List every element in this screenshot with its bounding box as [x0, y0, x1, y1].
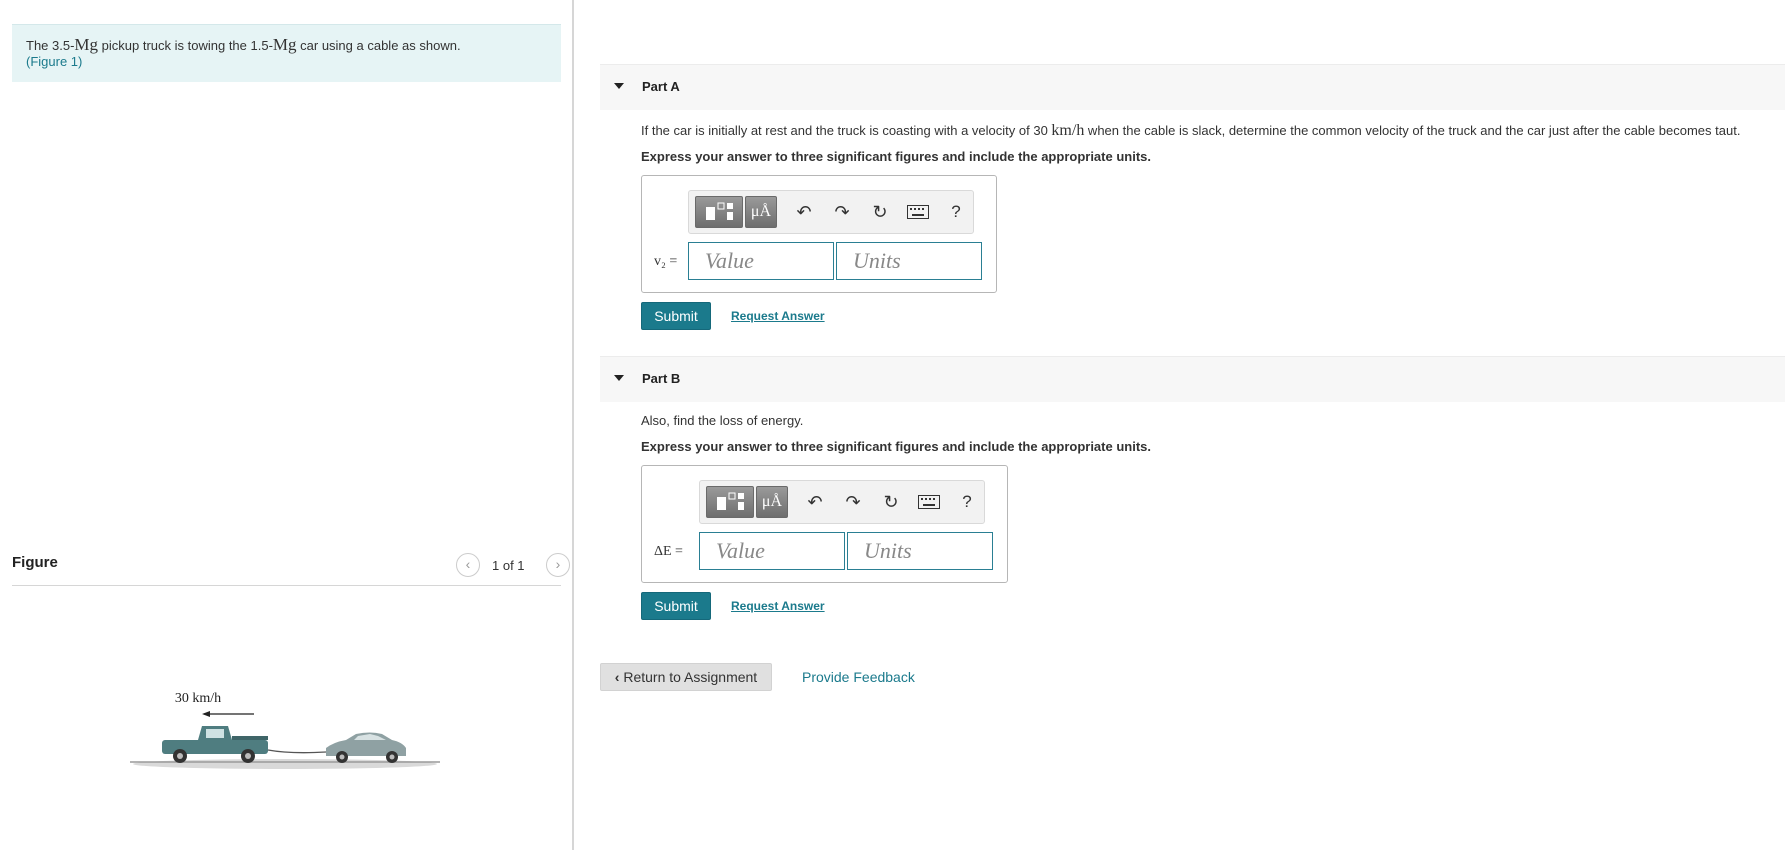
chevron-left-icon: ‹ — [465, 556, 471, 572]
redo-icon[interactable]: ↷ — [840, 489, 866, 515]
provide-feedback-link[interactable]: Provide Feedback — [802, 669, 915, 685]
part-b-units-input[interactable] — [847, 532, 993, 570]
part-b-title: Part B — [642, 371, 681, 386]
units-button[interactable]: μÅ — [745, 196, 777, 228]
templates-button[interactable] — [706, 486, 754, 518]
redo-icon[interactable]: ↷ — [829, 199, 855, 225]
truck-towing-car-illustration: 30 km/h — [130, 691, 440, 769]
part-a-units-input[interactable] — [836, 242, 982, 280]
part-b-math-toolbar: μÅ ↶ ↷ ↻ ? — [699, 480, 985, 524]
part-a-answer-box: μÅ ↶ ↷ ↻ ? v₂ = — [641, 175, 997, 293]
figure-next-button[interactable]: › — [546, 553, 570, 577]
part-b-instruction: Express your answer to three significant… — [641, 439, 1151, 454]
undo-icon[interactable]: ↶ — [802, 489, 828, 515]
pickup-truck — [162, 726, 268, 763]
figure-pager-text: 1 of 1 — [492, 558, 525, 573]
templates-button[interactable] — [695, 196, 743, 228]
keyboard-icon[interactable] — [905, 199, 931, 225]
problem-text: The 3.5-Mg pickup truck is towing the 1.… — [26, 35, 461, 54]
part-b-value-input[interactable] — [699, 532, 845, 570]
chevron-right-icon: › — [555, 556, 561, 572]
part-b-question: Also, find the loss of energy. — [641, 413, 804, 428]
help-icon[interactable]: ? — [954, 489, 980, 515]
figure-header: Figure ‹ 1 of 1 › — [12, 550, 570, 586]
return-to-assignment-button[interactable]: ‹ Return to Assignment — [600, 663, 772, 691]
part-a-value-input[interactable] — [688, 242, 834, 280]
part-b-request-answer-link[interactable]: Request Answer — [731, 599, 825, 613]
units-button[interactable]: μÅ — [756, 486, 788, 518]
reset-icon[interactable]: ↻ — [867, 199, 893, 225]
part-a-title: Part A — [642, 79, 680, 94]
caret-down-icon — [614, 83, 624, 89]
tow-cable — [267, 749, 327, 754]
figure-image: 30 km/h — [120, 684, 450, 784]
caret-down-icon — [614, 375, 624, 381]
figure-title: Figure — [12, 554, 58, 571]
part-a-request-answer-link[interactable]: Request Answer — [731, 309, 825, 323]
velocity-label: 30 km/h — [175, 691, 221, 706]
templates-icon — [717, 492, 744, 510]
units-icon: μÅ — [750, 203, 772, 220]
towed-car — [326, 732, 406, 763]
part-a-math-toolbar: μÅ ↶ ↷ ↻ ? — [688, 190, 974, 234]
part-b-variable-label: ΔE = — [654, 544, 683, 559]
undo-icon[interactable]: ↶ — [791, 199, 817, 225]
part-a-submit-button[interactable]: Submit — [641, 302, 711, 330]
right-pane: Part A If the car is initially at rest a… — [576, 0, 1785, 850]
help-icon[interactable]: ? — [943, 199, 969, 225]
part-b-submit-button[interactable]: Submit — [641, 592, 711, 620]
templates-icon — [706, 202, 733, 220]
units-icon: μÅ — [761, 493, 783, 510]
part-a-header[interactable]: Part A — [600, 64, 1785, 110]
keyboard-icon[interactable] — [916, 489, 942, 515]
part-b-answer-box: μÅ ↶ ↷ ↻ ? ΔE = — [641, 465, 1008, 583]
problem-statement: The 3.5-Mg pickup truck is towing the 1.… — [12, 24, 561, 82]
figure-link[interactable]: (Figure 1) — [26, 54, 82, 69]
reset-icon[interactable]: ↻ — [878, 489, 904, 515]
left-pane: The 3.5-Mg pickup truck is towing the 1.… — [0, 0, 574, 850]
part-a-instruction: Express your answer to three significant… — [641, 149, 1151, 164]
part-a-variable-label: v₂ = — [654, 254, 678, 269]
velocity-arrowhead — [202, 711, 210, 717]
part-a-question: If the car is initially at rest and the … — [641, 122, 1741, 139]
figure-prev-button[interactable]: ‹ — [456, 553, 480, 577]
part-b-header[interactable]: Part B — [600, 356, 1785, 402]
return-label: Return to Assignment — [623, 669, 758, 685]
